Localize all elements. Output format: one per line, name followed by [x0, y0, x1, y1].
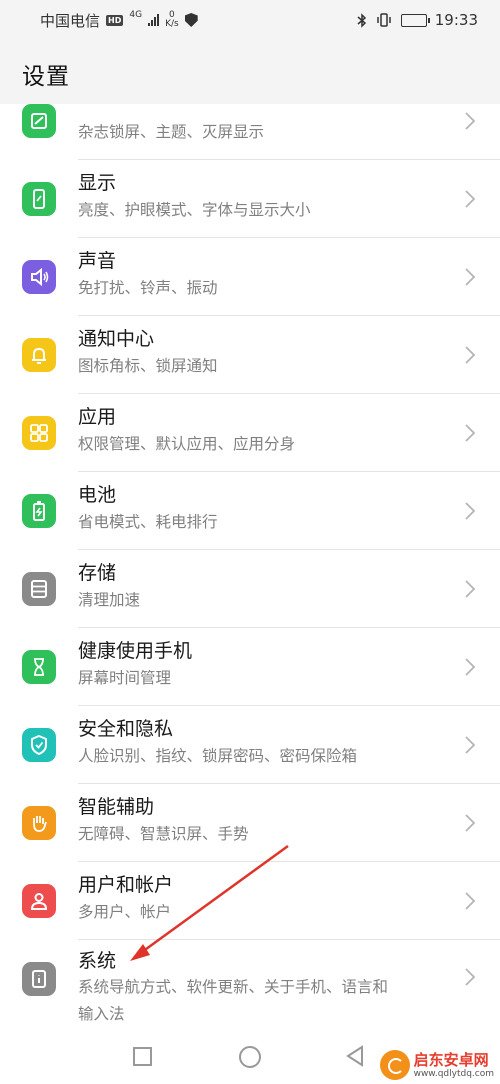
- settings-item-subtitle: 系统导航方式、软件更新、关于手机、语言和: [78, 978, 389, 996]
- settings-item-display[interactable]: 显示亮度、护眼模式、字体与显示大小: [0, 160, 500, 238]
- settings-item-accessibility[interactable]: 智能辅助无障碍、智慧识屏、手势: [0, 784, 500, 862]
- shield-icon: [22, 728, 56, 762]
- chevron-right-icon: [465, 736, 476, 754]
- settings-item-notification[interactable]: 通知中心图标角标、锁屏通知: [0, 316, 500, 394]
- signal-icon: [148, 14, 160, 26]
- speed-unit: K/s: [165, 19, 179, 29]
- chevron-right-icon: [465, 968, 476, 986]
- watermark: 启东安卓网 www.qdlytdq.com: [379, 1050, 494, 1080]
- chevron-right-icon: [465, 424, 476, 442]
- settings-item-title: 健康使用手机: [78, 640, 193, 662]
- settings-item-title: 应用: [78, 406, 117, 428]
- hand-icon: [22, 806, 56, 840]
- settings-item-battery[interactable]: 电池省电模式、耗电排行: [0, 472, 500, 550]
- settings-item-subtitle: 权限管理、默认应用、应用分身: [78, 435, 296, 453]
- network-type: 4G: [129, 10, 143, 20]
- chevron-right-icon: [465, 814, 476, 832]
- settings-item-subtitle: 亮度、护眼模式、字体与显示大小: [78, 201, 311, 219]
- bluetooth-icon: [357, 12, 366, 28]
- battery-icon: [22, 494, 56, 528]
- settings-item-digital-balance[interactable]: 健康使用手机屏幕时间管理: [0, 628, 500, 706]
- settings-item-subtitle: 清理加速: [78, 591, 141, 609]
- settings-item-security[interactable]: 安全和隐私人脸识别、指纹、锁屏密码、密码保险箱: [0, 706, 500, 784]
- home-button[interactable]: [239, 1046, 261, 1068]
- settings-item-subtitle: 图标角标、锁屏通知: [78, 357, 218, 375]
- bell-icon: [22, 338, 56, 372]
- hourglass-icon: [22, 650, 56, 684]
- settings-item-title: 通知中心: [78, 328, 155, 350]
- speaker-icon: [22, 260, 56, 294]
- settings-item-apps[interactable]: 应用权限管理、默认应用、应用分身: [0, 394, 500, 472]
- carrier-name: 中国电信: [40, 11, 101, 30]
- vpn-shield-icon: [184, 13, 198, 27]
- clock: 19:33: [434, 11, 478, 29]
- settings-item-title: 存储: [78, 562, 117, 584]
- storage-icon: [22, 572, 56, 606]
- settings-item-subtitle: 屏幕时间管理: [78, 669, 172, 687]
- network-speed: 0 K/s: [165, 11, 179, 29]
- chevron-right-icon: [465, 892, 476, 910]
- chevron-right-icon: [465, 190, 476, 208]
- settings-item-title: 电池: [78, 484, 117, 506]
- settings-item-system[interactable]: 系统系统导航方式、软件更新、关于手机、语言和 输入法: [0, 940, 500, 1030]
- settings-item-subtitle-line2: 输入法: [78, 1005, 125, 1023]
- hd-badge: HD: [106, 14, 124, 26]
- vibrate-icon: [377, 13, 391, 27]
- settings-item-subtitle: 杂志锁屏、主题、灭屏显示: [78, 123, 265, 141]
- wallpaper-icon: [22, 104, 56, 138]
- watermark-url: www.qdlytdq.com: [413, 1068, 494, 1079]
- settings-item-subtitle: 省电模式、耗电排行: [78, 513, 218, 531]
- chevron-right-icon: [465, 658, 476, 676]
- chevron-right-icon: [465, 346, 476, 364]
- settings-item-sound[interactable]: 声音免打扰、铃声、振动: [0, 238, 500, 316]
- settings-item-title: 智能辅助: [78, 796, 155, 818]
- settings-item-title: 用户和帐户: [78, 874, 174, 896]
- chevron-right-icon: [465, 112, 476, 130]
- status-bar: 中国电信 HD 4G 0 K/s 19:33: [0, 0, 500, 40]
- back-button[interactable]: [345, 1045, 365, 1067]
- display-icon: [22, 182, 56, 216]
- chevron-right-icon: [465, 580, 476, 598]
- battery-icon: [400, 13, 430, 27]
- user-icon: [22, 884, 56, 918]
- settings-item-subtitle: 免打扰、铃声、振动: [78, 279, 218, 297]
- settings-item-title: 安全和隐私: [78, 718, 174, 740]
- app-header: 设置: [0, 40, 500, 104]
- settings-item-subtitle: 无障碍、智慧识屏、手势: [78, 825, 249, 843]
- settings-item-subtitle: 多用户、帐户: [78, 903, 172, 921]
- settings-item-title: 系统: [78, 950, 117, 972]
- grid-icon: [22, 416, 56, 450]
- recent-apps-button[interactable]: [133, 1047, 152, 1066]
- chevron-right-icon: [465, 502, 476, 520]
- settings-item-title: 显示: [78, 172, 117, 194]
- chevron-right-icon: [465, 268, 476, 286]
- settings-item-title: 声音: [78, 250, 117, 272]
- settings-item-users[interactable]: 用户和帐户多用户、帐户: [0, 862, 500, 940]
- watermark-logo-icon: [379, 1050, 410, 1080]
- settings-item-subtitle: 人脸识别、指纹、锁屏密码、密码保险箱: [78, 747, 358, 765]
- page-title: 设置: [22, 64, 70, 90]
- info-icon: [22, 962, 56, 996]
- settings-item-storage[interactable]: 存储 清理加速: [0, 550, 500, 628]
- watermark-name: 启东安卓网: [413, 1050, 489, 1069]
